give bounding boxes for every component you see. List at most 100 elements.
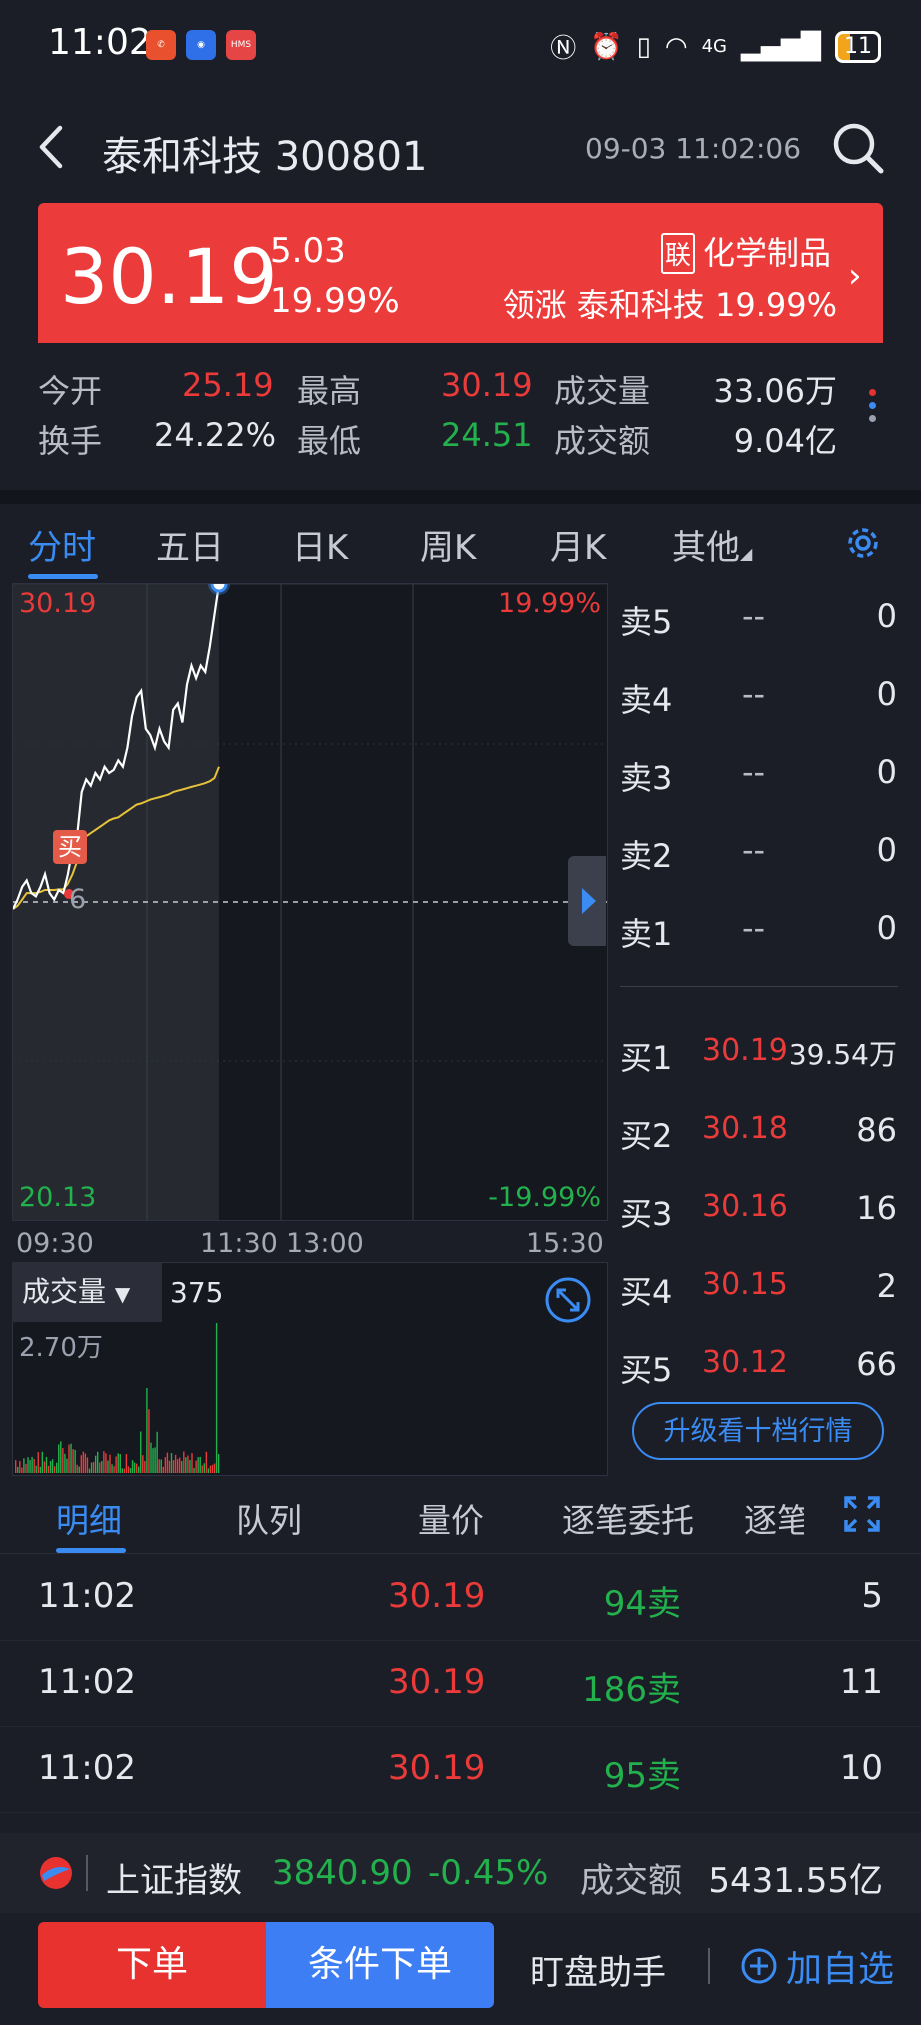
volume-bar — [109, 1454, 111, 1473]
index-separator — [86, 1855, 88, 1891]
buy-4-price: 30.15 — [702, 1267, 788, 1302]
intraday-chart[interactable]: 30.19 19.99% 20.13 -19.99% 6 买 — [12, 583, 608, 1221]
sell-2-label: 卖2 — [620, 837, 673, 875]
volume-bar — [58, 1444, 60, 1473]
buy-2-price: 30.18 — [702, 1111, 788, 1146]
volume-bar — [113, 1466, 115, 1473]
add-favorite-button[interactable]: 加自选 — [740, 1940, 894, 1992]
trade-time: 11:02 — [38, 1662, 136, 1702]
play-right-icon — [582, 888, 596, 914]
search-icon[interactable] — [830, 120, 886, 176]
sell-3-price: -- — [742, 753, 766, 791]
volume-bar — [201, 1465, 203, 1473]
buy-4-volume: 2 — [876, 1267, 897, 1305]
alarm-icon: ⏰ — [590, 31, 623, 62]
buy-1-label: 买1 — [620, 1039, 673, 1077]
volume-bar — [72, 1449, 74, 1473]
conditional-order-button[interactable]: 条件下单 — [266, 1922, 494, 2008]
volume-bar — [146, 1388, 148, 1473]
tab-order-by-order[interactable]: 逐笔委托 — [562, 1494, 694, 1542]
trade-row: 11:02 30.19 186卖 11 — [0, 1640, 921, 1727]
place-order-button[interactable]: 下单 — [38, 1922, 266, 2008]
volume-bar — [199, 1456, 201, 1473]
tab-volume-price[interactable]: 量价 — [418, 1494, 484, 1542]
volume-bar — [51, 1459, 54, 1473]
volume-bar — [154, 1447, 156, 1473]
collapse-handle[interactable] — [568, 856, 606, 946]
sell-4-volume: 0 — [876, 675, 897, 713]
volume-bar — [170, 1453, 173, 1473]
trade-time: 11:02 — [38, 1576, 136, 1616]
sector-link[interactable]: 联化学制品 — [660, 228, 831, 274]
volume-bar — [47, 1465, 50, 1473]
volume-indicator-label: 成交量 — [22, 1275, 107, 1308]
volume-bar — [176, 1459, 179, 1473]
volume-bar — [88, 1468, 91, 1473]
tab-five-day[interactable]: 五日 — [156, 520, 224, 569]
tab-weekly-k[interactable]: 周K — [420, 520, 476, 569]
leader-pct: 19.99% — [714, 286, 837, 324]
volume-bar — [125, 1454, 128, 1473]
amount-value: 9.04亿 — [733, 422, 837, 460]
back-arrow-icon[interactable] — [36, 122, 66, 172]
volume-bar — [133, 1462, 136, 1473]
volume-bar — [92, 1461, 95, 1473]
volume-bar — [66, 1458, 68, 1473]
upgrade-level10-button[interactable]: 升级看十档行情 — [632, 1402, 884, 1460]
trade-price: 30.19 — [388, 1576, 486, 1616]
volume-bar — [185, 1457, 187, 1473]
chart-top-pct: 19.99% — [498, 588, 601, 619]
volume-bar — [56, 1462, 58, 1473]
more-dots-icon[interactable] — [866, 383, 878, 428]
fullscreen-icon[interactable] — [842, 1494, 882, 1534]
sell-2-price: -- — [742, 831, 766, 869]
buy-marker[interactable]: 买 — [53, 830, 87, 864]
stock-title: 泰和科技 300801 — [102, 134, 428, 180]
tab-intraday[interactable]: 分时 — [28, 520, 96, 569]
tab-monthly-k[interactable]: 月K — [550, 520, 606, 569]
buy-3-label: 买3 — [620, 1195, 673, 1233]
volume-bar — [19, 1461, 21, 1473]
tab-tick-by-tick[interactable]: 逐笔 — [744, 1494, 804, 1542]
settings-gear-icon[interactable] — [842, 522, 884, 564]
open-value: 25.19 — [182, 366, 274, 404]
volume-bar — [43, 1461, 46, 1473]
low-value: 24.51 — [441, 416, 533, 454]
tab-other[interactable]: 其他◢ — [672, 520, 752, 569]
volume-bar — [68, 1444, 70, 1473]
buy-1-volume: 39.54万 — [788, 1038, 897, 1071]
dropdown-triangle-icon: ◢ — [740, 544, 753, 563]
tab-queue[interactable]: 队列 — [236, 1494, 302, 1542]
volume-bar — [166, 1452, 169, 1473]
volume-bar — [150, 1442, 152, 1473]
buy-5-volume: 66 — [856, 1345, 897, 1383]
chevron-right-icon[interactable]: › — [848, 256, 862, 296]
sell-1-volume: 0 — [876, 909, 897, 947]
tab-detail[interactable]: 明细 — [56, 1494, 122, 1542]
watch-assistant-button[interactable]: 盯盘助手 — [530, 1945, 666, 1994]
volume-bar — [53, 1466, 56, 1473]
vibrate-icon: ▯ — [636, 31, 651, 62]
last-point-dot — [210, 584, 228, 593]
volume-bar — [23, 1458, 25, 1473]
trade-count: 10 — [839, 1748, 883, 1788]
leader-label: 领涨 — [502, 286, 567, 324]
leader-name: 泰和科技 — [576, 286, 705, 324]
volume-bar — [60, 1441, 62, 1473]
buy-1-price: 30.19 — [702, 1033, 788, 1068]
index-amount: 5431.55亿 — [708, 1861, 883, 1901]
tab-daily-k[interactable]: 日K — [292, 520, 348, 569]
expand-diagonal-icon[interactable] — [544, 1276, 592, 1324]
volume-bar — [217, 1454, 220, 1473]
time-label-midday-open: 13:00 — [286, 1228, 364, 1259]
volume-bar — [37, 1452, 39, 1473]
volume-indicator-dropdown[interactable]: 成交量 ▼ — [12, 1262, 162, 1322]
volume-bar — [49, 1460, 52, 1473]
time-label-close: 15:30 — [526, 1228, 604, 1259]
volume-bar — [111, 1464, 113, 1473]
volume-bar — [152, 1448, 154, 1473]
sell-4-label: 卖4 — [620, 681, 673, 719]
volume-bar — [174, 1454, 177, 1473]
index-bar[interactable]: 上证指数 3840.90 -0.45% 成交额 5431.55亿 — [0, 1833, 921, 1913]
index-value: 3840.90 — [272, 1853, 413, 1893]
